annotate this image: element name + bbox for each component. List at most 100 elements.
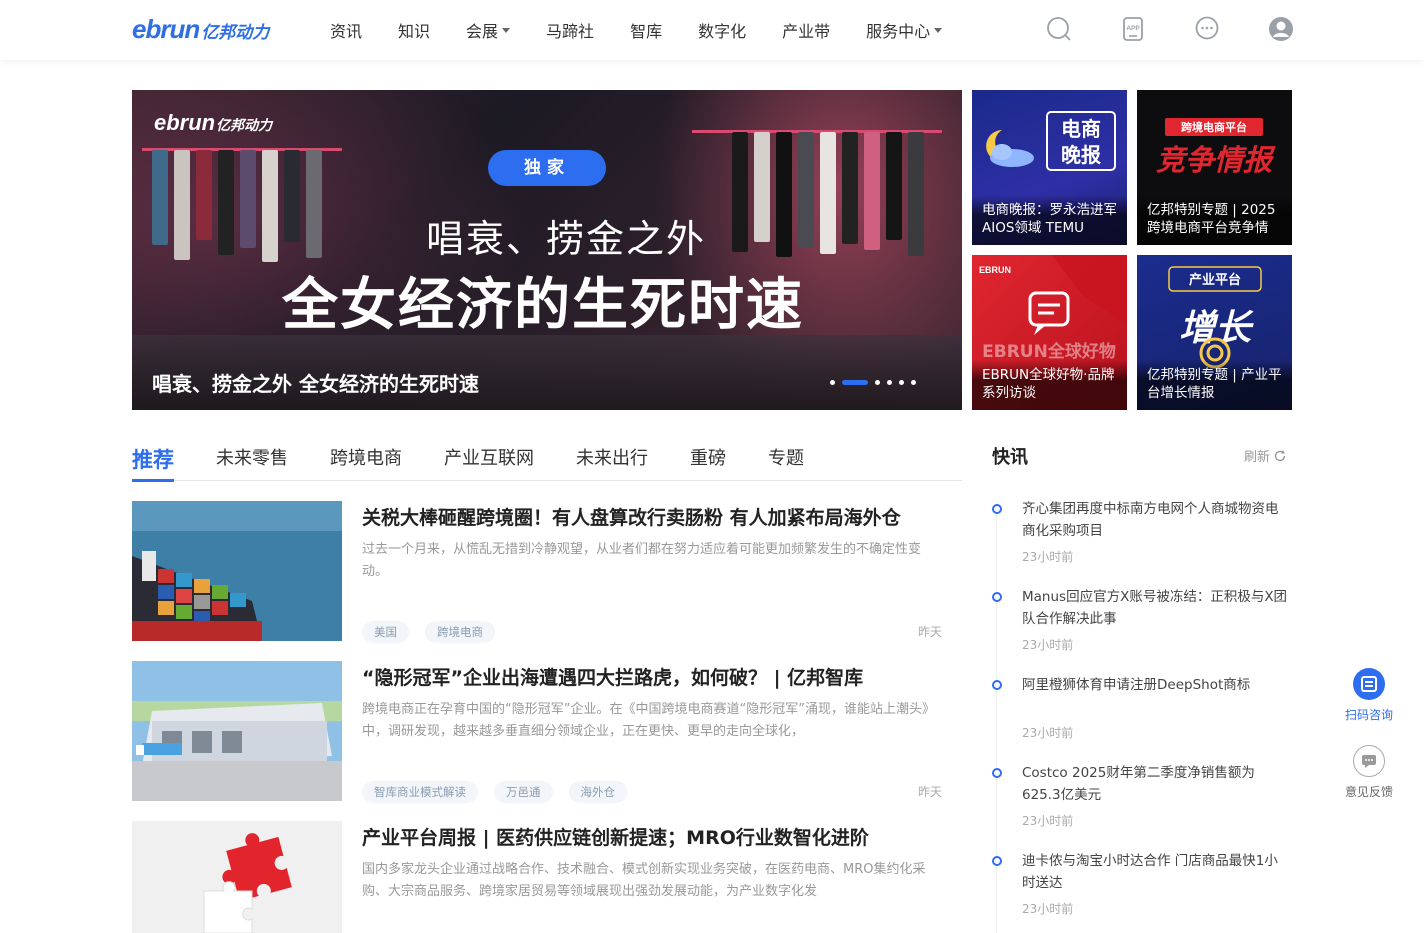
- tab-future-mobility[interactable]: 未来出行: [576, 444, 648, 481]
- flash-text[interactable]: 阿里橙狮体育申请注册DeepShot商标: [1022, 674, 1290, 696]
- scan-consult-label: 扫码咨询: [1344, 708, 1393, 722]
- nav-item-news[interactable]: 资讯: [330, 18, 362, 42]
- garment: [776, 132, 792, 257]
- tab-recommended[interactable]: 推荐: [132, 444, 174, 482]
- timeline-line: [996, 510, 997, 933]
- header-icons: APP: [1046, 16, 1342, 42]
- timeline-dot: [992, 592, 1002, 602]
- tile-art-text: EBRUN: [979, 265, 1011, 275]
- feedback-button[interactable]: 意见反馈: [1338, 745, 1400, 800]
- clothing-rack: [692, 130, 942, 133]
- article-tag[interactable]: 万邑通: [494, 781, 553, 803]
- flash-time: 23小时前: [1022, 814, 1074, 828]
- tab-future-retail[interactable]: 未来零售: [216, 444, 288, 481]
- feedback-label: 意见反馈: [1344, 785, 1393, 799]
- garment: [174, 150, 190, 260]
- tab-headline[interactable]: 重磅: [690, 444, 726, 481]
- tile-caption: EBRUN全球好物·品牌系列访谈: [972, 360, 1127, 410]
- tile-art-text: 产业平台: [1189, 272, 1241, 288]
- tab-cross-border[interactable]: 跨境电商: [330, 444, 402, 481]
- article-tag[interactable]: 智库商业模式解读: [362, 781, 478, 803]
- refresh-label: 刷新: [1244, 450, 1271, 465]
- flash-text[interactable]: 迪卡侬与淘宝小时达合作 门店商品最快1小时送达: [1022, 850, 1290, 894]
- feedback-icon: [1353, 745, 1385, 777]
- feature-tile-competition-report[interactable]: 跨境电商平台 竞争情报 亿邦特别专题 | 2025跨境电商平台竞争情: [1137, 90, 1292, 245]
- logo-en-text: ebrun: [132, 14, 200, 44]
- banner-logo-en: ebrun: [154, 110, 216, 135]
- tab-special-topics[interactable]: 专题: [768, 444, 804, 481]
- logo-cn-text: 亿邦动力: [201, 23, 270, 43]
- nav-item-digital[interactable]: 数字化: [698, 18, 746, 42]
- article-title[interactable]: “隐形冠军”企业出海遭遇四大拦路虎，如何破？ | 亿邦智库: [362, 663, 942, 690]
- scan-consult-button[interactable]: 扫码咨询: [1338, 668, 1400, 723]
- article-title[interactable]: 产业平台周报 | 医药供应链创新提速；MRO行业数智化进阶: [362, 823, 942, 850]
- flash-text[interactable]: 齐心集团再度中标南方电网个人商城物资电商化采购项目: [1022, 498, 1290, 542]
- garment: [908, 132, 924, 256]
- article-tag[interactable]: 海外仓: [568, 781, 627, 803]
- banner-subtitle: 唱衰、捞金之外: [426, 217, 707, 261]
- tab-industrial-internet[interactable]: 产业互联网: [444, 444, 534, 481]
- feature-tile-platform-growth[interactable]: 产业平台 增长 亿邦特别专题 | 产业平台增长情报: [1137, 255, 1292, 410]
- article-thumbnail-warehouse[interactable]: [132, 661, 342, 801]
- article-tags: 智库商业模式解读 万邑通 海外仓: [362, 781, 643, 803]
- garment: [218, 150, 234, 255]
- article-summary: 跨境电商正在孕育中国的“隐形冠军”企业。在《中国跨境电商赛道“隐形冠军”涌现，谁…: [362, 702, 935, 739]
- garment: [754, 132, 770, 242]
- banner-caption[interactable]: 唱衰、捞金之外 全女经济的生死时速: [152, 368, 479, 397]
- feature-tile-global-goods[interactable]: EBRUN EBRUN全球好物 EBRUN全球好物·品牌系列访谈: [972, 255, 1127, 410]
- competition-art: 跨境电商平台 竞争情报: [1156, 118, 1276, 177]
- nav-label: 会展: [466, 22, 499, 41]
- search-icon[interactable]: [1046, 16, 1072, 42]
- nav-item-service-center[interactable]: 服务中心: [866, 18, 943, 42]
- garment: [732, 132, 748, 252]
- garment: [152, 150, 168, 245]
- nav-item-matishe[interactable]: 马蹄社: [546, 18, 594, 42]
- flash-news-title: 快讯: [992, 443, 1028, 469]
- carousel-dot[interactable]: [830, 380, 835, 385]
- garment: [798, 132, 814, 247]
- tile-art-text: 增长: [1179, 308, 1254, 349]
- moon-cloud-icon: 电商 晚报: [986, 111, 1116, 171]
- qr-code-icon: [1353, 668, 1385, 700]
- hero-banner[interactable]: ebrun 亿邦动力 独家 唱衰、捞金之外 全女经济的生死时速 唱衰、捞金之外 …: [132, 90, 962, 410]
- nav-label: 资讯: [330, 22, 363, 41]
- nav-label: 智库: [630, 22, 663, 41]
- platform-growth-art: 产业平台 增长: [1168, 266, 1262, 369]
- timeline-dot: [992, 768, 1002, 778]
- app-icon[interactable]: APP: [1120, 16, 1146, 42]
- carousel-dot[interactable]: [887, 380, 892, 385]
- nav-item-industry-belt[interactable]: 产业带: [782, 18, 830, 42]
- carousel-dot[interactable]: [911, 380, 916, 385]
- global-goods-art: EBRUN EBRUN全球好物: [979, 255, 1127, 362]
- article-card[interactable]: 关税大棒砸醒跨境圈！有人盘算改行卖肠粉 有人加紧布局海外仓 过去一个月来，从慌乱…: [132, 501, 942, 643]
- carousel-dot-active[interactable]: [842, 380, 868, 385]
- article-thumbnail-cargo-ship[interactable]: [132, 501, 342, 641]
- nav-item-think-tank[interactable]: 智库: [630, 18, 662, 42]
- article-thumbnail-puzzle[interactable]: [132, 821, 342, 933]
- flash-text[interactable]: Manus回应官方X账号被冻结：正积极与X团队合作解决此事: [1022, 586, 1290, 630]
- article-card[interactable]: “隐形冠军”企业出海遭遇四大拦路虎，如何破？ | 亿邦智库 跨境电商正在孕育中国…: [132, 661, 942, 803]
- garment: [240, 150, 256, 248]
- nav-item-expo[interactable]: 会展: [466, 18, 511, 42]
- carousel-dot[interactable]: [899, 380, 904, 385]
- nav-item-knowledge[interactable]: 知识: [398, 18, 430, 42]
- refresh-button[interactable]: 刷新: [1244, 446, 1287, 465]
- carousel-dot[interactable]: [875, 380, 880, 385]
- article-time: 昨天: [917, 625, 942, 639]
- user-avatar-icon[interactable]: [1268, 16, 1294, 42]
- refresh-icon: [1274, 449, 1286, 461]
- tile-art-text: 竞争情报: [1156, 143, 1276, 177]
- article-tag[interactable]: 跨境电商: [425, 621, 495, 643]
- flash-text[interactable]: Costco 2025财年第二季度净销售额为625.3亿美元: [1022, 762, 1290, 806]
- tile-art-text: 晚报: [1061, 143, 1101, 167]
- article-card[interactable]: 产业平台周报 | 医药供应链创新提速；MRO行业数智化进阶 国内多家龙头企业通过…: [132, 821, 942, 933]
- message-icon[interactable]: [1194, 16, 1220, 42]
- nav-label: 马蹄社: [546, 22, 595, 41]
- article-tags: 美国 跨境电商: [362, 621, 511, 643]
- ebrun-logo[interactable]: ebrun 亿邦动力: [132, 14, 269, 44]
- article-title[interactable]: 关税大棒砸醒跨境圈！有人盘算改行卖肠粉 有人加紧布局海外仓: [362, 503, 942, 530]
- tile-caption: 电商晚报：罗永浩进军AIOS领域 TEMU: [972, 195, 1127, 245]
- feature-tile-evening-report[interactable]: 电商 晚报 电商晚报：罗永浩进军AIOS领域 TEMU: [972, 90, 1127, 245]
- main-nav: 资讯 知识 会展 马蹄社 智库 数字化 产业带 服务中心: [330, 0, 978, 60]
- article-tag[interactable]: 美国: [362, 621, 409, 643]
